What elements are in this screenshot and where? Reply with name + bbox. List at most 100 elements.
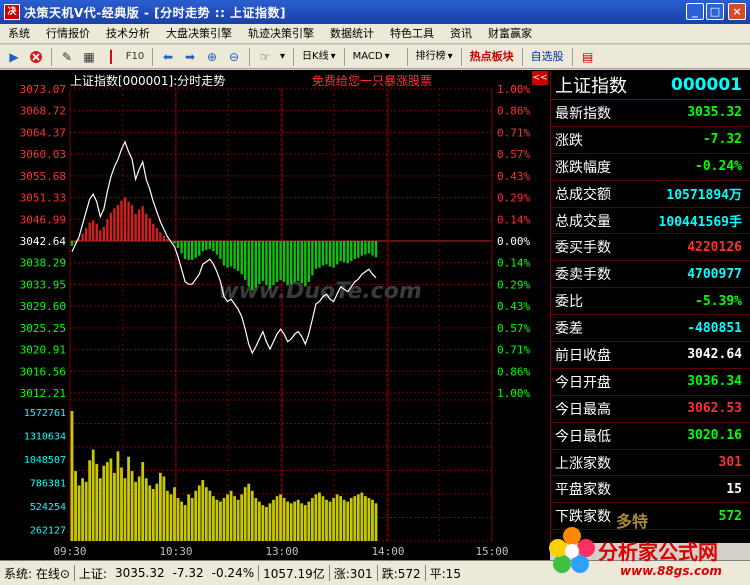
breadth-bar: [134, 213, 137, 241]
breadth-bar: [95, 223, 98, 241]
breadth-bar: [293, 241, 296, 283]
intraday-chart[interactable]: 3073.07 1.00% 3068.72 0.86% 3064.37 0.71% 3060…: [0, 70, 550, 543]
time-tick-label: 14:00: [371, 545, 404, 558]
collapse-button[interactable]: <<: [532, 71, 548, 85]
volume-bar: [222, 497, 226, 541]
volume-bar: [318, 492, 321, 541]
volume-bar: [289, 503, 293, 541]
breadth-bar: [325, 241, 328, 265]
minimize-button[interactable]: _: [686, 3, 704, 20]
time-tick-label: 09:30: [53, 545, 86, 558]
price-tick-label: 3016.56: [20, 365, 66, 378]
ad-link[interactable]: 免费给您一只暴涨股票: [312, 72, 432, 89]
self-select-button[interactable]: 自选股: [528, 47, 567, 67]
breadth-bar: [183, 241, 187, 259]
breadth-bar: [109, 212, 113, 241]
volume-bar: [363, 496, 367, 541]
brand-mark: 多特: [616, 512, 649, 531]
breadth-bar: [176, 241, 180, 248]
breadth-bar: [102, 227, 106, 241]
quote-panel: 上证指数 000001 最新指数 3035.32 涨跌 -7.32 涨跌幅度 -0.24%…: [550, 70, 750, 543]
volume-bar: [180, 501, 183, 541]
volume-bar: [282, 497, 286, 541]
volume-bar: [353, 496, 357, 541]
breadth-bar: [307, 241, 311, 283]
pct-tick-label: 1.00%: [497, 387, 530, 400]
quote-value: 3035.32: [687, 105, 742, 121]
brand-url: www.88gs.com: [620, 564, 722, 578]
toolbar: ▶ ✎ ▦ ┃ F10 ⬅ ➡ ⊕ ⊖ ☞ ▾ 日K线 ▾ MACD ▾ 排行榜 ▾ …: [0, 45, 750, 69]
menu-technical[interactable]: 技术分析: [98, 24, 158, 44]
volume-bar: [137, 476, 141, 541]
app-icon: 决: [4, 4, 20, 20]
play-icon[interactable]: ▶: [4, 47, 24, 67]
volume-bar: [173, 487, 176, 541]
volume-bar: [374, 503, 378, 541]
export-icon[interactable]: ▤: [578, 47, 598, 67]
menu-wealth[interactable]: 财富赢家: [480, 24, 540, 44]
period-select[interactable]: 日K线 ▾: [299, 47, 339, 67]
menu-system[interactable]: 系统: [0, 24, 38, 44]
volume-bar: [134, 481, 138, 541]
pct-tick-label: 0.57%: [497, 148, 530, 161]
arrow-right-icon[interactable]: ➡: [180, 47, 200, 67]
kline-icon[interactable]: ┃: [101, 47, 121, 67]
volume-bar: [226, 494, 229, 541]
volume-bar: [254, 497, 258, 541]
time-axis-canvas: 09:30 10:30 13:00 14:00 15:00: [53, 545, 508, 558]
volume-bar: [296, 499, 300, 541]
breadth-bar: [145, 213, 148, 241]
hot-sectors-button[interactable]: 热点板块: [467, 47, 517, 67]
quote-row: 上涨家数 301: [551, 450, 750, 477]
stop-icon[interactable]: [26, 47, 46, 67]
status-index-label: 上证:: [78, 566, 107, 581]
volume-bar: [120, 467, 123, 541]
price-tick-label: 3033.95: [20, 278, 66, 291]
quote-value: 3062.53: [687, 401, 742, 417]
price-tick-label: 3029.60: [20, 300, 66, 313]
quote-value: -0.24%: [695, 159, 742, 175]
breadth-bar: [364, 241, 367, 255]
status-amount: 1057.19亿: [263, 566, 325, 581]
volume-bar: [360, 492, 364, 541]
menu-news[interactable]: 资讯: [442, 24, 480, 44]
quote-row: 委差 -480851: [551, 315, 750, 343]
close-button[interactable]: ×: [728, 3, 746, 20]
cursor-icon[interactable]: ☞: [255, 47, 275, 67]
edit-icon[interactable]: ✎: [57, 47, 77, 67]
breadth-bar: [360, 241, 364, 256]
volume-bar: [346, 501, 350, 541]
volume-bar: [144, 478, 148, 541]
breadth-bar: [353, 241, 356, 259]
indicator-select[interactable]: MACD ▾: [350, 47, 402, 67]
zoom-in-icon[interactable]: ⊕: [202, 47, 222, 67]
index-code: 000001: [671, 74, 742, 95]
menu-statistics[interactable]: 数据统计: [322, 24, 382, 44]
status-flat-count: 平:15: [429, 566, 461, 581]
quote-value: -5.39%: [695, 293, 742, 309]
menu-track-engine[interactable]: 轨迹决策引擎: [240, 24, 322, 44]
f10-button[interactable]: F10: [123, 47, 147, 67]
price-tick-label: 3046.99: [20, 213, 66, 226]
maximize-button[interactable]: □: [706, 3, 724, 20]
volume-tick-label: 1048507: [24, 455, 66, 466]
window-title: 决策天机V代-经典版 - [分时走势 :: 上证指数]: [24, 5, 287, 20]
price-tick-label: 3012.21: [20, 387, 66, 400]
time-tick-label: 13:00: [265, 545, 298, 558]
volume-bar: [268, 503, 272, 541]
menu-quotes[interactable]: 行情报价: [38, 24, 98, 44]
breadth-bar: [226, 241, 229, 268]
grid-icon[interactable]: ▦: [79, 47, 99, 67]
menu-tools[interactable]: 特色工具: [382, 24, 442, 44]
cursor-dropdown[interactable]: ▾: [277, 47, 288, 67]
breadth-bar: [208, 241, 212, 250]
pct-tick-label: 0.29%: [497, 192, 530, 205]
quote-value: 301: [718, 455, 742, 471]
zoom-out-icon[interactable]: ⊖: [224, 47, 244, 67]
quote-row: 委卖手数 4700977: [551, 261, 750, 289]
status-price: 3035.32: [114, 566, 165, 580]
menu-market-engine[interactable]: 大盘决策引擎: [158, 24, 240, 44]
arrow-left-icon[interactable]: ⬅: [158, 47, 178, 67]
ranking-select[interactable]: 排行榜 ▾: [413, 47, 456, 67]
pct-tick-label: 0.86%: [497, 105, 530, 118]
